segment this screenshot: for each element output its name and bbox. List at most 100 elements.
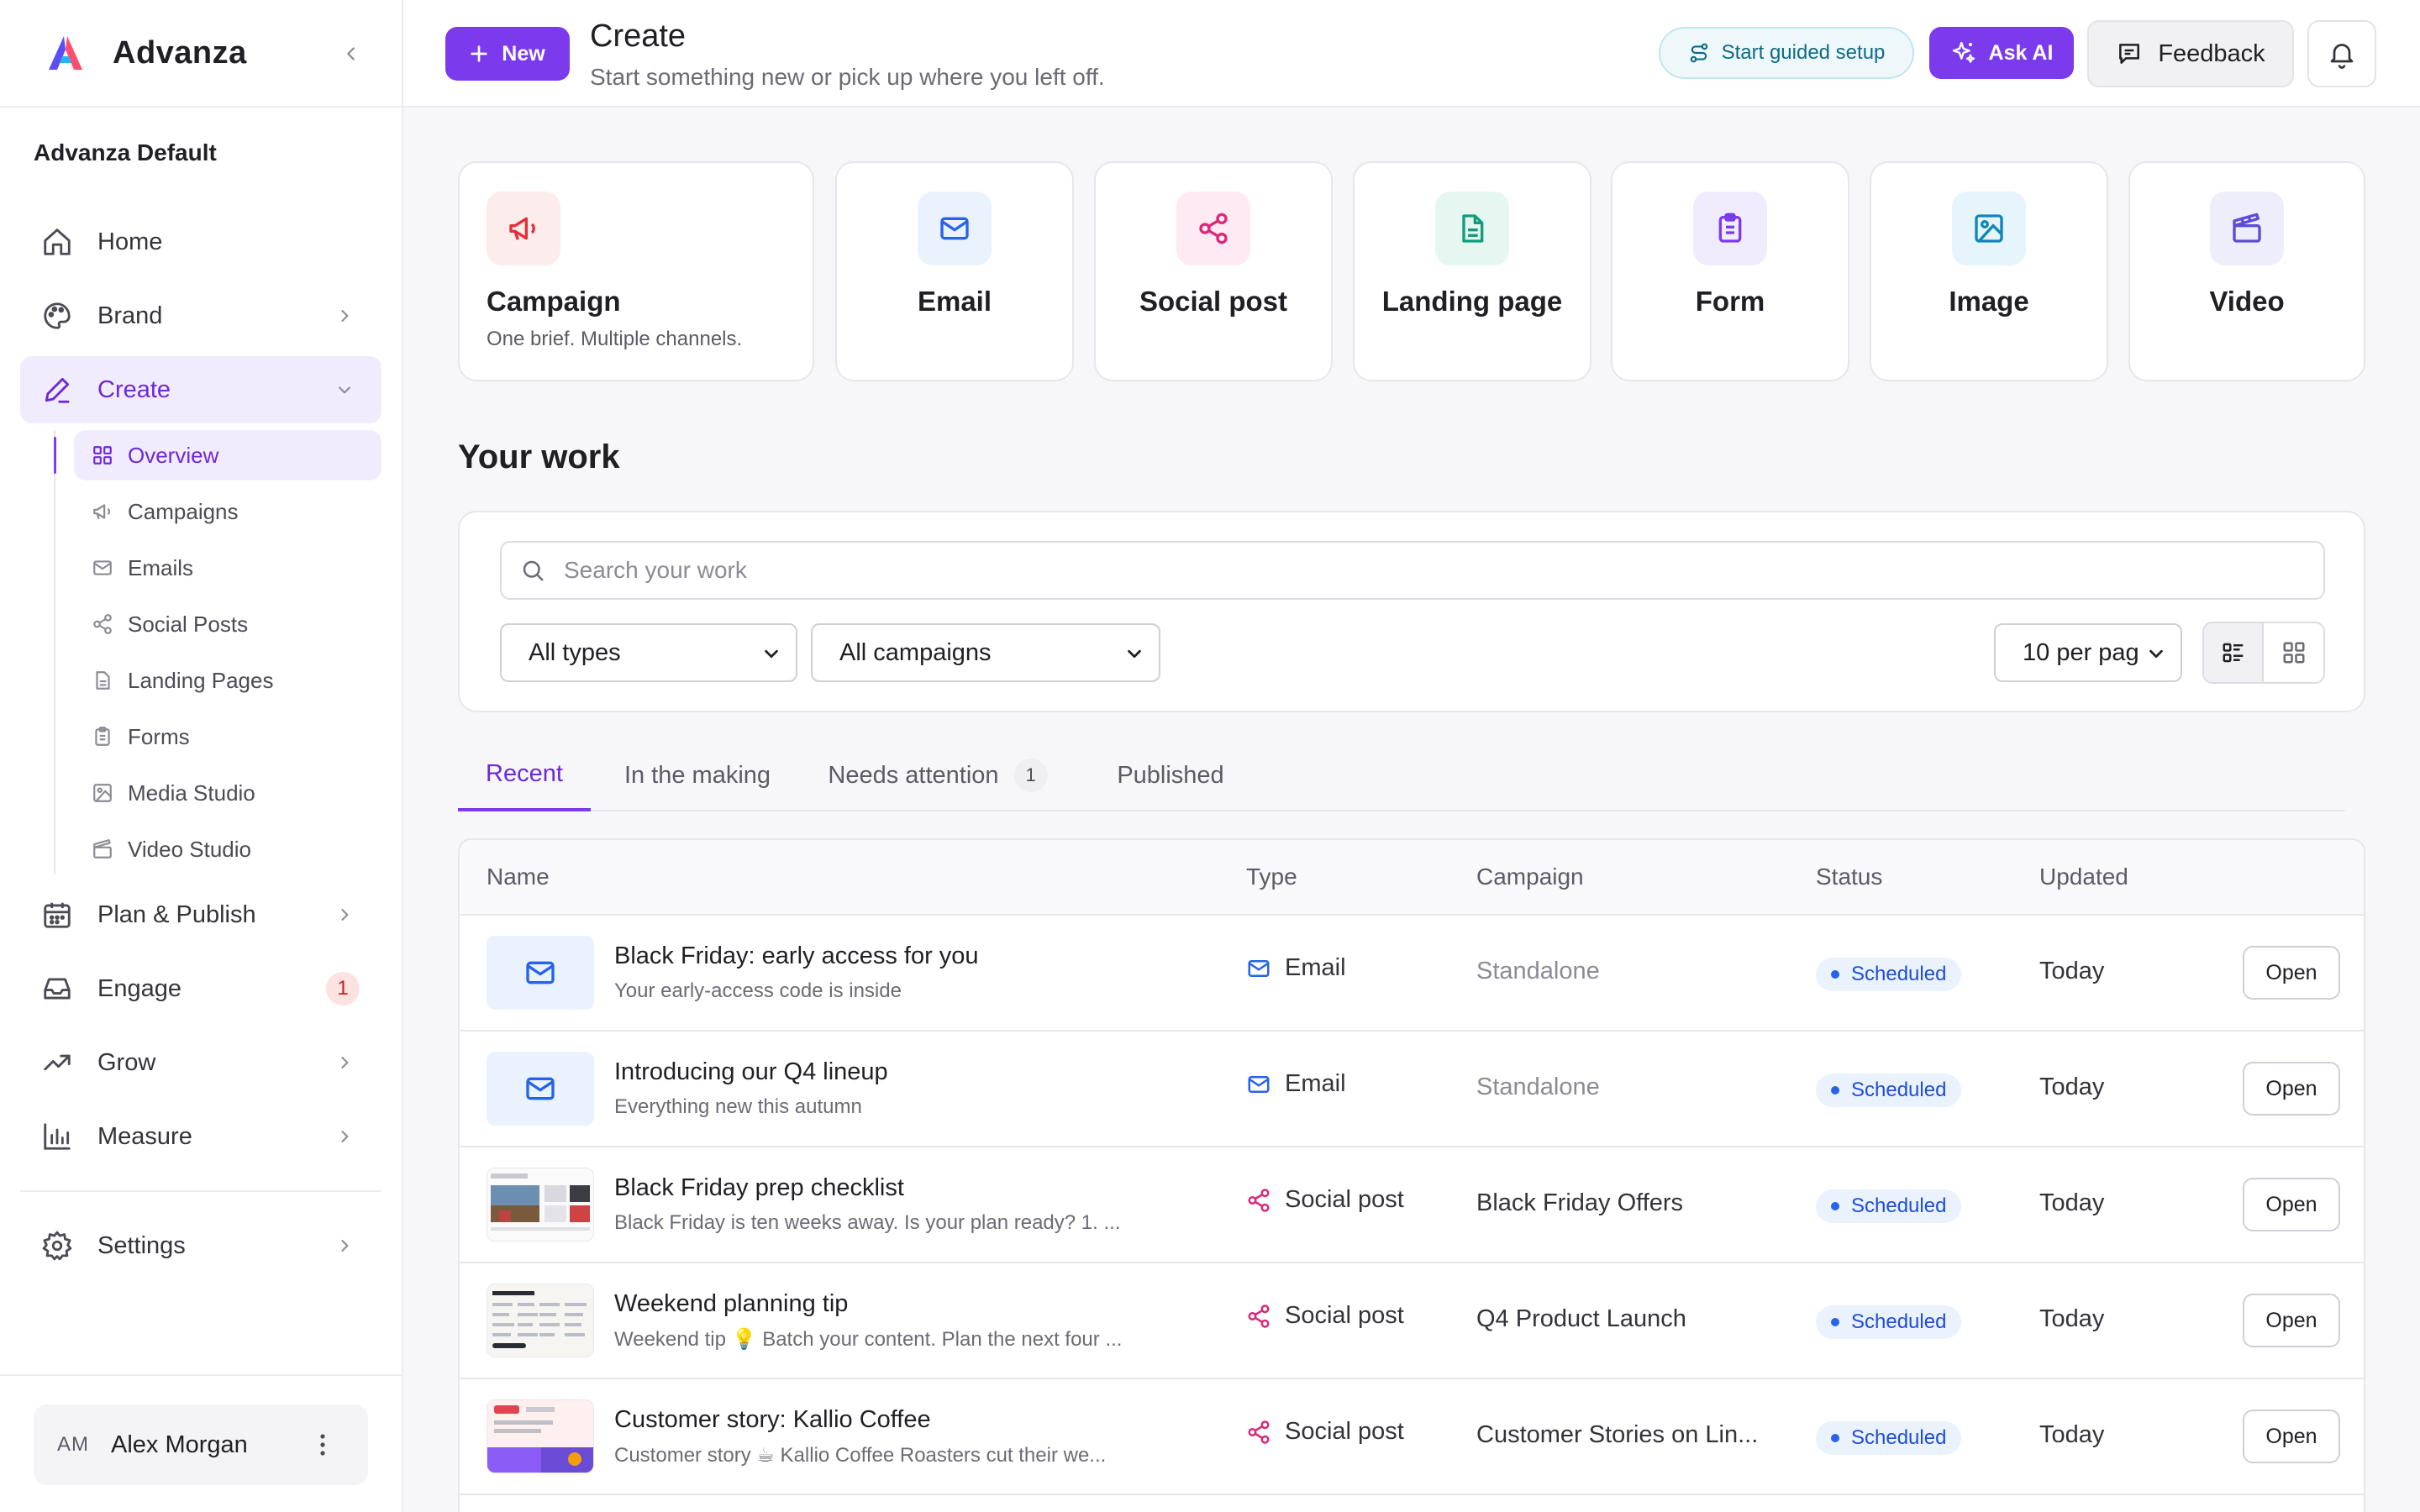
status-badge: Scheduled: [1816, 1189, 1962, 1223]
collapse-sidebar-button[interactable]: [334, 37, 368, 71]
create-video-card[interactable]: Video: [2128, 161, 2365, 381]
tab-in-the-making[interactable]: In the making: [609, 739, 786, 811]
tab-needs-attention[interactable]: Needs attention 1: [816, 739, 1060, 811]
card-label: Campaign: [487, 286, 621, 317]
create-email-card[interactable]: Email: [835, 161, 1074, 381]
grid-icon: [91, 444, 114, 467]
campaign-filter-value: All campaigns: [839, 638, 992, 666]
status-label: Scheduled: [1851, 1426, 1947, 1449]
table-row[interactable]: Black Friday: early access for you Your …: [460, 916, 2364, 1032]
user-menu[interactable]: AM Alex Morgan: [34, 1404, 368, 1485]
message-square-icon: [2119, 44, 2140, 64]
grid-view-button[interactable]: [2264, 623, 2323, 682]
search-input[interactable]: [564, 557, 2244, 584]
sidebar-subitem-emails[interactable]: Emails: [74, 543, 381, 593]
table-header: Name Type Campaign Status Updated: [460, 840, 2364, 916]
sidebar-subitem-media-studio[interactable]: Media Studio: [74, 768, 381, 818]
sidebar-subitem-landing-pages[interactable]: Landing Pages: [74, 655, 381, 706]
campaign-filter-select[interactable]: All campaigns: [811, 623, 1160, 682]
feedback-button[interactable]: Feedback: [2087, 20, 2294, 87]
tab-label: In the making: [623, 761, 771, 789]
status-dot: [1831, 1202, 1839, 1210]
inbox-icon: [40, 972, 74, 1005]
sidebar-item-home[interactable]: Home: [20, 208, 381, 276]
sidebar-item-label: Home: [97, 228, 163, 255]
workspace-name[interactable]: Advanza Default: [34, 139, 217, 166]
row-updated: Today: [2039, 1189, 2105, 1216]
column-header-status[interactable]: Status: [1816, 864, 1882, 890]
sidebar-item-plan-publish[interactable]: Plan & Publish: [20, 881, 381, 948]
sidebar-item-engage[interactable]: Engage 1: [20, 955, 381, 1022]
tab-recent[interactable]: Recent: [458, 739, 591, 811]
sidebar-divider: [20, 1190, 381, 1192]
sidebar-footer-divider: [0, 1374, 402, 1376]
card-label: Social post: [1139, 286, 1288, 317]
sidebar-item-create[interactable]: Create: [20, 356, 381, 423]
page-title: Create: [590, 18, 687, 54]
post-preview-image: [487, 1400, 593, 1473]
create-campaign-card[interactable]: Campaign One brief. Multiple channels.: [458, 161, 814, 381]
plus-icon: [471, 45, 487, 62]
sidebar-subitem-overview[interactable]: Overview: [54, 430, 381, 480]
open-button[interactable]: Open: [2243, 946, 2340, 1000]
chevron-right-icon: [328, 299, 361, 333]
sidebar-subitem-social-posts[interactable]: Social Posts: [74, 599, 381, 649]
column-header-name[interactable]: Name: [487, 864, 550, 890]
ask-ai-button[interactable]: Ask AI: [1929, 27, 2074, 79]
sidebar-subitem-campaigns[interactable]: Campaigns: [74, 486, 381, 537]
start-guided-setup-button[interactable]: Start guided setup: [1659, 27, 1914, 79]
sidebar-subitem-forms[interactable]: Forms: [74, 711, 381, 762]
notifications-button[interactable]: [2307, 20, 2376, 87]
row-campaign: Black Friday Offers: [1476, 1189, 1684, 1216]
create-landing-page-card[interactable]: Landing page: [1353, 161, 1591, 381]
sidebar-subitem-label: Campaigns: [128, 498, 239, 524]
chevron-down-icon: [2147, 644, 2165, 663]
row-type: Social post: [1246, 1418, 1404, 1446]
create-form-card[interactable]: Form: [1611, 161, 1849, 381]
sidebar-item-settings[interactable]: Settings: [20, 1212, 381, 1279]
sidebar-item-measure[interactable]: Measure: [20, 1103, 381, 1170]
social-post-thumbnail: [487, 1399, 594, 1473]
sidebar-item-brand[interactable]: Brand: [20, 282, 381, 349]
new-button-label: New: [502, 41, 545, 66]
open-button[interactable]: Open: [2243, 1178, 2340, 1231]
tab-published[interactable]: Published: [1103, 739, 1238, 811]
open-button[interactable]: Open: [2243, 1062, 2340, 1116]
row-title[interactable]: Weekend planning tip: [614, 1290, 848, 1318]
create-social-post-card[interactable]: Social post: [1094, 161, 1333, 381]
sidebar-nav: Home Brand Create Overview Campaigns Ema…: [20, 208, 381, 1286]
new-button[interactable]: New: [445, 27, 570, 81]
row-title[interactable]: Black Friday: early access for you: [614, 942, 979, 970]
row-title[interactable]: Introducing our Q4 lineup: [614, 1058, 888, 1086]
row-title[interactable]: Black Friday prep checklist: [614, 1174, 904, 1202]
table-row[interactable]: Introducing our Q4 lineup Everything new…: [460, 1032, 2364, 1147]
column-header-updated[interactable]: Updated: [2039, 864, 2128, 890]
table-row[interactable]: Weekend planning tip Weekend tip 💡 Batch…: [460, 1263, 2364, 1379]
sidebar-item-grow[interactable]: Grow: [20, 1029, 381, 1096]
search-box[interactable]: [500, 541, 2325, 600]
list-view-button[interactable]: [2204, 623, 2265, 682]
share-icon: [1248, 1420, 1270, 1444]
create-image-card[interactable]: Image: [1870, 161, 2108, 381]
type-filter-select[interactable]: All types: [500, 623, 797, 682]
per-page-select[interactable]: 10 per pag: [1994, 623, 2182, 682]
pen-icon: [40, 373, 74, 407]
row-campaign: Customer Stories on Lin...: [1476, 1421, 1759, 1448]
status-badge: Scheduled: [1816, 958, 1962, 991]
palette-icon: [40, 299, 74, 333]
column-header-type[interactable]: Type: [1246, 864, 1297, 890]
open-button[interactable]: Open: [2243, 1294, 2340, 1347]
column-header-campaign[interactable]: Campaign: [1476, 864, 1584, 890]
row-campaign: Standalone: [1476, 1074, 1600, 1100]
tab-label: Recent: [486, 759, 563, 787]
create-subnav: Overview Campaigns Emails Social Posts L…: [54, 430, 381, 874]
sidebar-subitem-video-studio[interactable]: Video Studio: [74, 824, 381, 874]
bell-icon: [2330, 44, 2354, 69]
open-button[interactable]: Open: [2243, 1410, 2340, 1463]
row-title[interactable]: Customer story: Kallio Coffee: [614, 1406, 931, 1434]
row-campaign: Standalone: [1476, 958, 1600, 984]
more-vertical-icon[interactable]: [306, 1428, 339, 1462]
table-row[interactable]: Customer story: Kallio Coffee Customer s…: [460, 1379, 2364, 1495]
table-row[interactable]: Black Friday prep checklist Black Friday…: [460, 1147, 2364, 1263]
row-type: Social post: [1246, 1302, 1404, 1330]
